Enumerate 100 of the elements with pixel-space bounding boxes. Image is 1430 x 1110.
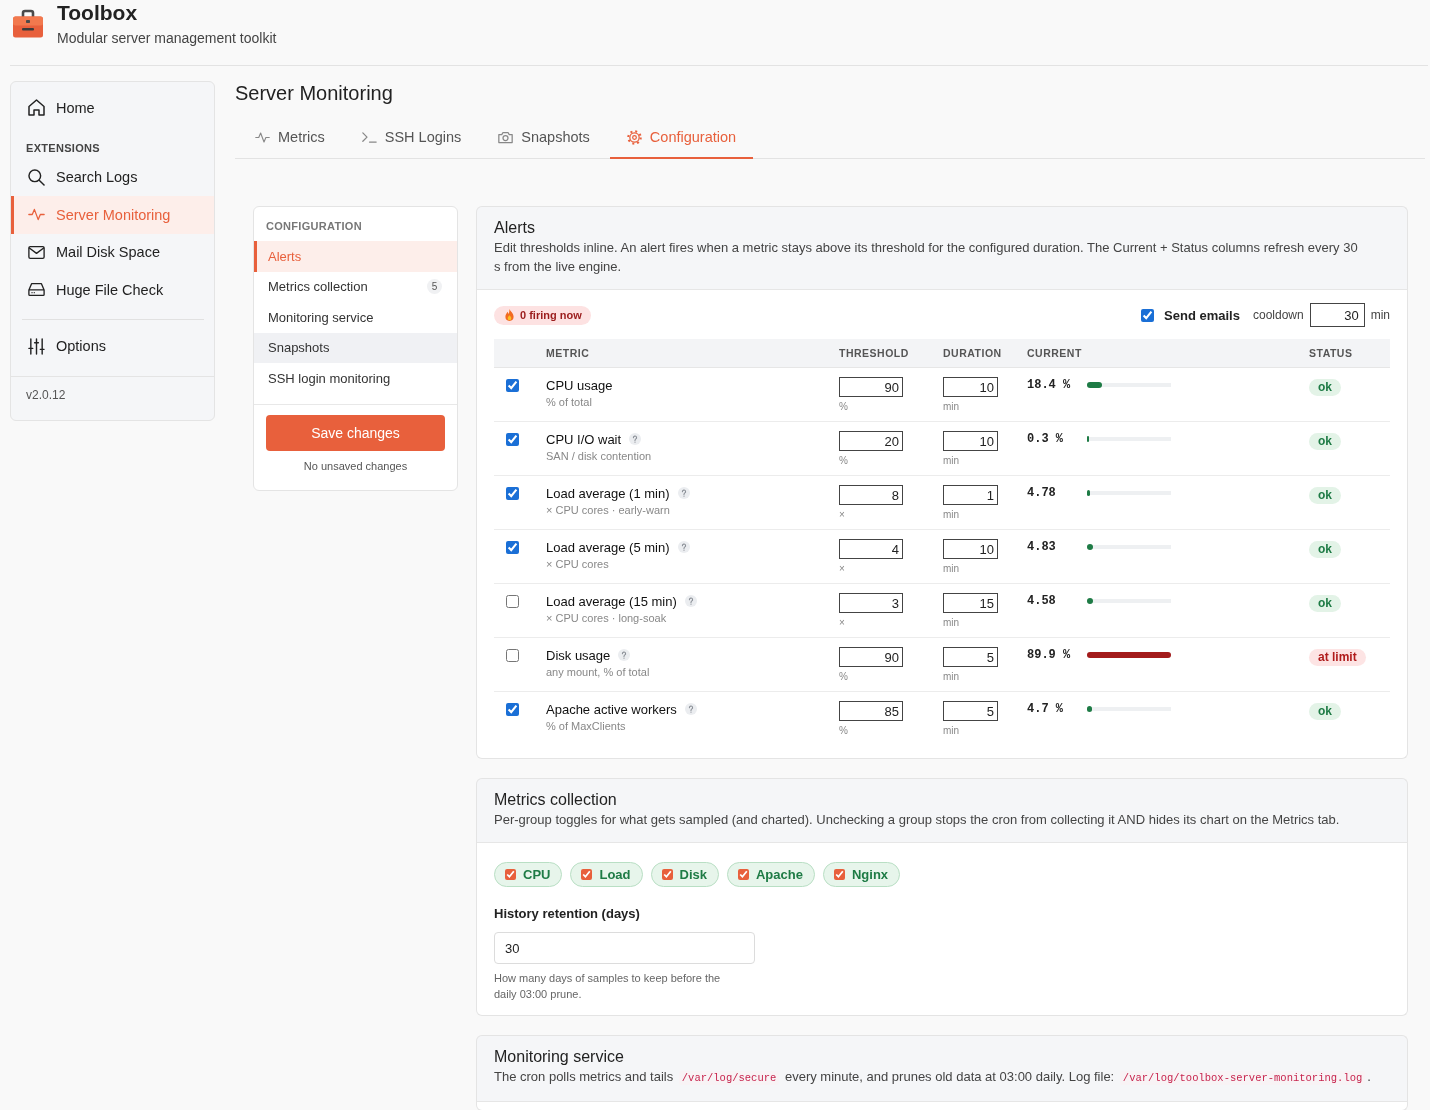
save-status-text: No unsaved changes: [303, 458, 408, 474]
hard-drive-icon: [28, 281, 45, 299]
enable-checkbox[interactable]: [506, 703, 519, 716]
unit-label: %: [839, 401, 848, 413]
group-checkbox[interactable]: [505, 869, 516, 880]
nav-heading: CONFIGURATION: [266, 219, 362, 234]
current-value: 0.3 %: [1027, 432, 1063, 446]
count-badge: 5: [427, 279, 442, 295]
tab[interactable]: SSH Logins: [344, 117, 479, 159]
config-nav-item[interactable]: SSH login monitoring: [254, 363, 457, 394]
metric-note: SAN / disk contention: [546, 449, 652, 463]
status-badge: ok: [1309, 433, 1341, 450]
enable-checkbox[interactable]: [506, 433, 519, 446]
metric-note: × CPU cores: [546, 557, 609, 571]
field-label: History retention (days): [494, 906, 640, 922]
app-title: Toolbox: [57, 0, 138, 26]
group-toggle[interactable]: Nginx: [822, 862, 901, 887]
threshold-field[interactable]: 8: [839, 485, 903, 505]
status-badge: ok: [1309, 541, 1341, 558]
status-badge: at limit: [1309, 649, 1366, 666]
unit-label: ×: [839, 617, 845, 629]
metric-name: Disk usage: [546, 647, 611, 663]
duration-field[interactable]: 5: [943, 701, 998, 721]
page-title: Server Monitoring: [235, 81, 393, 105]
config-nav-item[interactable]: Metrics collection 5: [254, 271, 457, 302]
duration-field[interactable]: 15: [943, 593, 998, 613]
tab[interactable]: Metrics: [238, 117, 342, 159]
duration-field[interactable]: 10: [943, 377, 998, 397]
tab[interactable]: Snapshots: [481, 117, 607, 159]
column-header: THRESHOLD: [839, 347, 909, 359]
current-value: 4.83: [1027, 540, 1056, 554]
pulse-icon: [255, 129, 270, 145]
duration-field[interactable]: 10: [943, 539, 998, 559]
metric-name: Load average (5 min): [546, 539, 670, 555]
status-badge: ok: [1309, 487, 1341, 504]
card-title: Metrics collection: [494, 791, 617, 809]
threshold-field[interactable]: 85: [839, 701, 903, 721]
gear-icon: [626, 129, 642, 145]
card-description: Edit thresholds inline. An alert fires when a metric stays above its threshold for the configured duration. The Current + Status columns refresh every 30 s from the live engine.: [494, 239, 1359, 276]
card-title: Alerts: [494, 219, 535, 237]
version-label: v2.0.12: [26, 388, 66, 402]
group-toggle[interactable]: CPU: [494, 862, 563, 887]
firing-count: 0 firing now: [520, 309, 582, 321]
status-badge: ok: [1309, 703, 1341, 720]
enable-checkbox[interactable]: [506, 649, 519, 662]
enable-checkbox[interactable]: [506, 379, 519, 392]
threshold-field[interactable]: 90: [839, 377, 903, 397]
send-emails-checkbox[interactable]: [1141, 308, 1155, 322]
enable-checkbox[interactable]: [506, 487, 519, 500]
current-value: 18.4 %: [1027, 378, 1071, 392]
column-header: METRIC: [546, 347, 590, 359]
field-label: cooldown: [1252, 308, 1304, 322]
unit-label: min: [943, 617, 960, 629]
group-toggle[interactable]: Apache: [727, 862, 815, 887]
duration-field[interactable]: 10: [943, 431, 998, 451]
unit-label: %: [839, 671, 848, 683]
threshold-field[interactable]: 20: [839, 431, 903, 451]
group-checkbox[interactable]: [738, 869, 749, 880]
field-hint: How many days of samples to keep before the daily 03:00 prune.: [494, 971, 722, 1002]
duration-field[interactable]: 1: [943, 485, 998, 505]
current-value: 89.9 %: [1027, 648, 1071, 662]
metric-name: CPU usage: [546, 377, 613, 393]
sidebar-item[interactable]: Search Logs: [11, 158, 214, 196]
unit-label: min: [943, 725, 960, 737]
metric-note: % of total: [546, 395, 592, 409]
group-checkbox[interactable]: [661, 869, 673, 880]
cooldown-field[interactable]: 30: [1309, 303, 1365, 327]
unit-label: ×: [839, 509, 845, 521]
enable-checkbox[interactable]: [506, 595, 519, 608]
duration-field[interactable]: 5: [943, 647, 998, 667]
enable-checkbox[interactable]: [506, 541, 519, 554]
current-value: 4.58: [1027, 594, 1056, 608]
camera-icon: [498, 129, 514, 145]
sliders-icon: [28, 337, 45, 355]
sidebar-item[interactable]: Home: [11, 89, 214, 127]
threshold-field[interactable]: 90: [839, 647, 903, 667]
unit-label: min: [1370, 308, 1390, 322]
config-nav-item[interactable]: Monitoring service: [254, 302, 457, 333]
group-checkbox[interactable]: [833, 869, 845, 880]
retention-field[interactable]: 30: [494, 932, 755, 964]
metric-name: Apache active workers: [546, 701, 677, 717]
card-description: Per-group toggles for what gets sampled (and charted). Unchecking a group stops the cron from collecting it AND hides its chart on the Metrics tab.: [494, 811, 1341, 829]
unit-label: ×: [839, 563, 845, 575]
sidebar-item[interactable]: Huge File Check: [11, 271, 214, 309]
threshold-field[interactable]: 3: [839, 593, 903, 613]
unit-label: min: [943, 455, 960, 467]
sidebar-item[interactable]: Options: [11, 327, 214, 365]
checkbox-label: Send emails: [1164, 307, 1240, 323]
unit-label: min: [943, 509, 960, 521]
current-value: 4.78: [1027, 486, 1056, 500]
sidebar-item[interactable]: Mail Disk Space: [11, 233, 214, 271]
group-toggle[interactable]: Load: [570, 862, 643, 887]
status-badge: ok: [1309, 595, 1341, 612]
home-icon: [28, 99, 45, 117]
group-checkbox[interactable]: [581, 869, 593, 880]
unit-label: min: [943, 401, 960, 413]
config-nav-item[interactable]: Snapshots: [254, 332, 457, 363]
threshold-field[interactable]: 4: [839, 539, 903, 559]
group-toggle[interactable]: Disk: [650, 862, 719, 887]
column-header: STATUS: [1309, 347, 1353, 359]
